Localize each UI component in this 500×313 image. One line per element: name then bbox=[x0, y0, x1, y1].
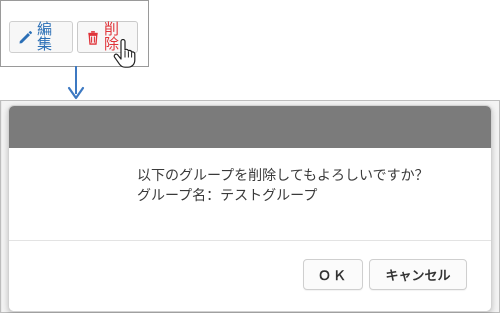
ok-button[interactable]: ＯＫ bbox=[303, 259, 363, 290]
trash-icon bbox=[88, 30, 98, 45]
dialog-header bbox=[9, 106, 491, 149]
toolbar-snippet: 編集 削除 bbox=[0, 0, 149, 68]
dialog-message: 以下のグループを削除してもよろしいですか？ グループ名：テストグループ bbox=[137, 166, 467, 206]
delete-label: 削除 bbox=[104, 20, 120, 53]
dialog-message-line-2: グループ名：テストグループ bbox=[137, 188, 318, 204]
edit-button[interactable]: 編集 bbox=[9, 21, 73, 53]
delete-button[interactable]: 削除 bbox=[77, 21, 138, 53]
down-arrow-icon bbox=[67, 66, 85, 100]
pencil-icon bbox=[19, 30, 32, 43]
dialog-footer: ＯＫ キャンセル bbox=[9, 240, 491, 311]
delete-confirm-dialog: 以下のグループを削除してもよろしいですか？ グループ名：テストグループ ＯＫ キ… bbox=[8, 105, 492, 312]
screenshot-stage: 編集 削除 以下のグループを削除してもよろしいですか？ グループ名：テストグルー… bbox=[0, 0, 500, 313]
cancel-button[interactable]: キャンセル bbox=[369, 259, 467, 290]
dialog-message-line-1: 以下のグループを削除してもよろしいですか？ bbox=[137, 168, 429, 184]
dialog-body: 以下のグループを削除してもよろしいですか？ グループ名：テストグループ bbox=[9, 148, 491, 240]
edit-label: 編集 bbox=[37, 20, 53, 53]
